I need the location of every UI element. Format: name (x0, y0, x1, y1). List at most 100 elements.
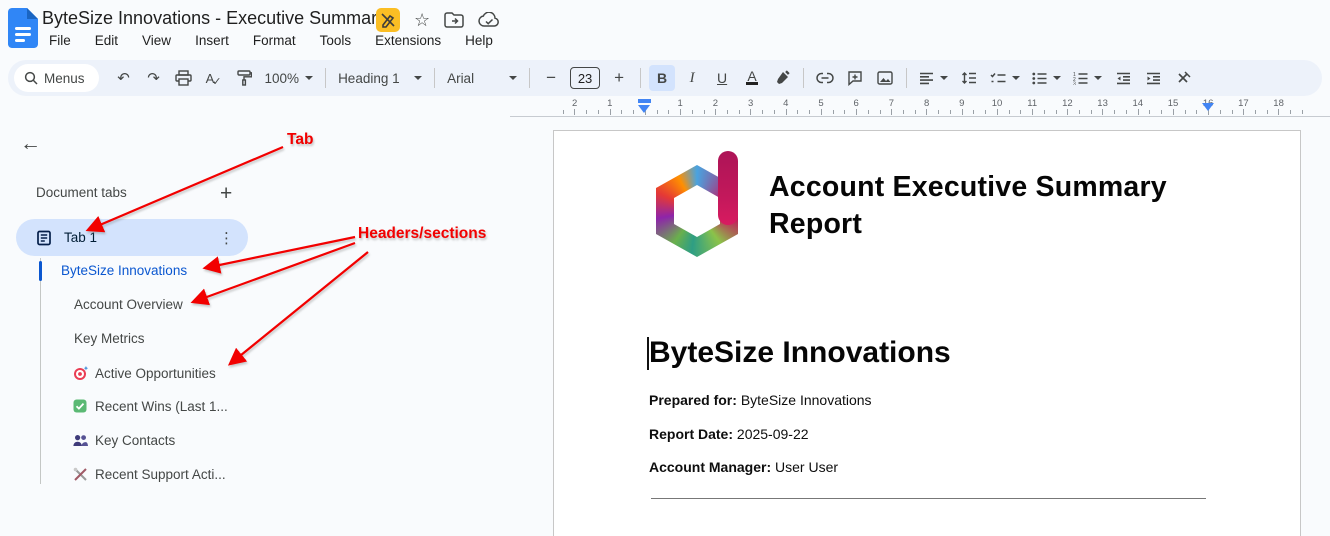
font-size-input[interactable]: 23 (570, 67, 601, 89)
outline-item-bytesize-innovations[interactable]: ByteSize Innovations (61, 263, 187, 278)
prepared-for-line[interactable]: Prepared for: ByteSize Innovations (649, 392, 872, 408)
add-comment-button[interactable] (842, 65, 868, 91)
underline-button[interactable]: U (709, 65, 735, 91)
ruler-number: 14 (1132, 98, 1144, 109)
add-tab-button[interactable]: + (214, 180, 238, 208)
toolbar: Menus ↶ ↷ A ✓ 100% Heading 1 Arial − 23 … (8, 60, 1322, 96)
spellcheck-button[interactable]: A ✓ (201, 65, 227, 91)
decrease-indent-button[interactable] (1110, 65, 1136, 91)
report-title-heading[interactable]: Account Executive Summary Report (769, 169, 1189, 243)
ruler-tick (996, 109, 998, 115)
ruler-tick (727, 110, 729, 114)
bold-button[interactable]: B (649, 65, 676, 91)
ruler-number: 1 (607, 98, 613, 109)
google-docs-logo[interactable] (8, 8, 38, 48)
outline-item-recent-wins[interactable]: Recent Wins (Last 1... (72, 398, 228, 414)
left-indent-marker[interactable] (638, 105, 650, 113)
ruler-tick (809, 110, 811, 114)
bulleted-list-icon (1032, 72, 1047, 84)
ruler-tick (1301, 110, 1303, 114)
line-spacing-button[interactable] (956, 65, 982, 91)
editing-disabled-icon[interactable] (376, 8, 400, 32)
tab-label: Tab 1 (64, 230, 98, 245)
ruler-tick (1184, 110, 1186, 114)
increase-indent-button[interactable] (1140, 65, 1166, 91)
ruler-tick (680, 109, 682, 115)
chevron-down-icon (940, 76, 949, 80)
ruler-tick (1079, 110, 1081, 114)
ruler-number: 11 (1027, 98, 1038, 109)
ruler-tick (621, 110, 623, 114)
insert-image-button[interactable] (872, 65, 898, 91)
ruler-tick (832, 110, 834, 114)
checklist-button[interactable] (984, 65, 1026, 91)
menu-insert[interactable]: Insert (188, 31, 236, 50)
ruler-tick (961, 109, 963, 115)
highlight-color-button[interactable] (769, 65, 795, 91)
ruler-number: 8 (923, 98, 930, 109)
ruler-number: 5 (818, 98, 824, 109)
increase-font-size-button[interactable]: + (606, 65, 632, 91)
ruler-tick (1161, 110, 1163, 114)
paint-format-button[interactable] (231, 65, 257, 91)
decrease-font-size-button[interactable]: − (538, 65, 564, 91)
menu-extensions[interactable]: Extensions (368, 31, 448, 50)
redo-button[interactable]: ↷ (141, 65, 167, 91)
outline-item-key-contacts[interactable]: Key Contacts (72, 432, 175, 448)
text-color-button[interactable]: A (739, 65, 765, 91)
outline-item-account-overview[interactable]: Account Overview (74, 297, 183, 312)
menu-edit[interactable]: Edit (88, 31, 125, 50)
move-folder-icon[interactable] (444, 12, 464, 28)
menu-format[interactable]: Format (246, 31, 303, 50)
ruler-tick (914, 110, 916, 114)
print-button[interactable] (171, 65, 197, 91)
menu-view[interactable]: View (135, 31, 178, 50)
numbered-list-button[interactable]: 123 (1067, 65, 1108, 91)
ruler-tick (1067, 109, 1069, 115)
account-manager-line[interactable]: Account Manager: User User (649, 459, 838, 475)
bulleted-list-button[interactable] (1026, 65, 1067, 91)
menu-help[interactable]: Help (458, 31, 500, 50)
ruler-tick (1055, 110, 1057, 114)
ruler-number: 10 (991, 98, 1003, 109)
font-family-select[interactable]: Arial (441, 65, 523, 91)
ruler-tick (574, 109, 576, 115)
menus-search[interactable]: Menus (14, 64, 99, 92)
tab-options-icon[interactable]: ⋮ (219, 229, 234, 247)
ruler-tick (1278, 109, 1280, 115)
tab-1-item[interactable]: Tab 1 ⋮ (16, 219, 248, 256)
outline-item-active-opportunities[interactable]: Active Opportunities (72, 365, 216, 381)
first-line-indent-marker[interactable] (638, 99, 651, 103)
ruler[interactable]: 2 1 1 2 3 4 5 6 7 8 9 10 11 12 13 14 15 16 17 18 (0, 98, 1330, 117)
horizontal-rule (651, 498, 1206, 499)
ruler-tick (1032, 109, 1034, 115)
company-heading[interactable]: ByteSize Innovations (649, 336, 951, 370)
insert-link-button[interactable] (812, 65, 838, 91)
italic-button[interactable]: I (679, 65, 705, 91)
ruler-tick (985, 110, 987, 114)
chevron-down-icon (1094, 76, 1103, 80)
outline-item-recent-support[interactable]: Recent Support Acti... (72, 466, 226, 482)
annotation-tab-label: Tab (287, 131, 314, 148)
cloud-saved-icon[interactable] (478, 12, 500, 28)
clear-formatting-button[interactable] (1170, 65, 1196, 91)
ruler-number: 17 (1238, 98, 1249, 109)
back-arrow-icon[interactable]: ← (20, 132, 41, 156)
menu-file[interactable]: File (42, 31, 78, 50)
document-page[interactable]: Account Executive Summary Report ByteSiz… (553, 130, 1301, 536)
ruler-number: 6 (853, 98, 859, 109)
ruler-tick (1137, 109, 1139, 115)
undo-button[interactable]: ↶ (111, 65, 137, 91)
zoom-select[interactable]: 100% (259, 65, 320, 91)
right-indent-marker[interactable] (1202, 103, 1214, 111)
paragraph-style-select[interactable]: Heading 1 (332, 65, 428, 91)
ruler-tick (1149, 110, 1151, 114)
star-icon[interactable]: ☆ (414, 10, 430, 31)
report-date-line[interactable]: Report Date: 2025-09-22 (649, 426, 809, 442)
align-button[interactable] (913, 65, 954, 91)
outline-item-key-metrics[interactable]: Key Metrics (74, 331, 145, 346)
toolbar-divider (640, 68, 642, 88)
ruler-tick (738, 110, 740, 114)
document-title[interactable]: ByteSize Innovations - Executive Summary (42, 8, 386, 29)
menu-tools[interactable]: Tools (313, 31, 359, 50)
